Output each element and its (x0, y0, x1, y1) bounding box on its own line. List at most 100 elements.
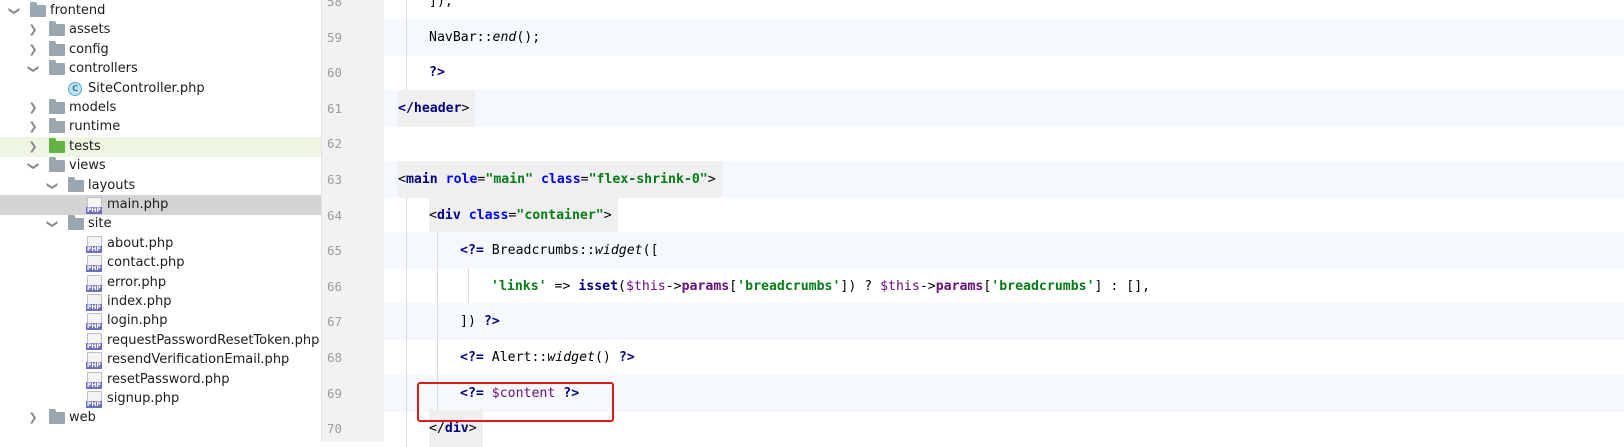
code-line[interactable] (384, 125, 1624, 162)
code-token: -> (665, 278, 682, 294)
code-token: (); (516, 29, 541, 45)
code-token: role (445, 172, 478, 187)
indent-guide (406, 0, 407, 20)
line-number: 66 (0, 268, 343, 305)
indent-guide (406, 18, 407, 56)
code-token: <?= (460, 350, 492, 365)
code-line[interactable]: ]); (384, 0, 1624, 20)
indent-guide (468, 267, 469, 305)
code-token: ?> (429, 65, 445, 81)
indent-guide (406, 374, 407, 412)
code-token: $this (626, 278, 666, 294)
code-line[interactable]: <main role="main" class="flex-shrink-0"> (384, 161, 1624, 198)
code-line[interactable]: ?> (384, 54, 1624, 92)
code-token: class (540, 172, 581, 187)
line-number: 62 (0, 125, 343, 162)
line-background (384, 18, 1624, 56)
code-token: ]); (429, 0, 453, 9)
code-line[interactable]: 'links' => isset($this->params['breadcru… (384, 267, 1624, 305)
code-token: > (461, 100, 470, 116)
code-token: ([ (642, 243, 659, 259)
code-token: = (580, 172, 589, 187)
code-token: < (398, 172, 406, 187)
line-number-text: 65 (327, 243, 343, 259)
code-token: main (405, 172, 446, 187)
code-token: 'breadcrumbs' (991, 278, 1095, 294)
line-number-text: 59 (327, 29, 343, 45)
code-line[interactable]: <?= Breadcrumbs::widget([ (384, 232, 1624, 270)
indent-guide (406, 232, 407, 270)
code-text: 'links' => isset($this->params['breadcru… (491, 268, 1150, 305)
line-number-text: 68 (327, 350, 343, 365)
code-token: ?> (483, 314, 500, 330)
code-text: <?= Alert::widget() ?> (460, 339, 635, 376)
line-number: 60 (0, 54, 343, 91)
code-token: ]) ? (840, 278, 881, 294)
line-number: 70 (0, 410, 343, 447)
code-token: "container" (516, 207, 604, 223)
code-token: isset (578, 278, 619, 294)
code-token: ?> (618, 350, 635, 365)
code-text: <div class="container"> (429, 196, 618, 234)
code-line[interactable]: <div class="container"> (384, 196, 1624, 234)
code-text: NavBar::end(); (429, 19, 540, 56)
code-token: </ (429, 421, 445, 437)
code-token: ] : [], (1094, 278, 1151, 294)
code-text: <?= Breadcrumbs::widget([ (460, 232, 659, 269)
code-token: > (707, 172, 716, 187)
code-token: NavBar:: (429, 29, 493, 45)
code-token: class (468, 207, 509, 223)
code-token: $this (880, 278, 920, 294)
code-text: ?> (429, 54, 445, 91)
code-token: Alert:: (491, 350, 548, 365)
code-token: params (681, 278, 730, 294)
line-background (384, 303, 1624, 341)
code-token: end (492, 29, 517, 45)
line-number-text: 58 (327, 0, 343, 9)
code-token: div (444, 421, 469, 437)
code-line[interactable]: <?= Alert::widget() ?> (384, 339, 1624, 376)
code-token: > (468, 421, 477, 437)
code-token: "main" (485, 172, 541, 187)
code-line[interactable]: </header> (384, 89, 1624, 127)
code-token: 'breadcrumbs' (737, 278, 841, 294)
highlight-box (417, 382, 614, 422)
line-number: 58 (0, 0, 343, 20)
code-token: </header (398, 100, 462, 116)
code-token: 'links' (491, 278, 547, 294)
code-text: ]); (429, 0, 453, 20)
line-number-text: 63 (327, 172, 343, 187)
code-editor[interactable]: ]); NavBar::end(); ?> </header> <main role="… (384, 0, 1624, 447)
line-number: 68 (0, 339, 343, 376)
line-number: 65 (0, 232, 343, 269)
code-line[interactable]: NavBar::end(); (384, 18, 1624, 56)
code-token: <?= (460, 243, 492, 259)
code-token: params (935, 278, 984, 294)
indent-guide (406, 410, 407, 447)
code-token: widget (547, 350, 595, 365)
code-text: </header> (398, 89, 476, 127)
code-token: -> (919, 278, 936, 294)
line-number-text: 70 (327, 421, 343, 437)
line-number: 63 (0, 161, 343, 198)
code-token: < (429, 207, 437, 223)
indent-guide (406, 267, 407, 305)
line-number-text: 67 (327, 314, 343, 330)
indent-guide (406, 303, 407, 341)
indent-guide (437, 232, 438, 270)
line-number: 69 (0, 375, 343, 412)
indent-guide (437, 303, 438, 341)
code-token: [ (729, 278, 738, 294)
line-number-text: 61 (327, 100, 343, 116)
code-token: ( (618, 278, 626, 294)
indent-guide (437, 339, 438, 376)
line-number-text: 66 (327, 278, 343, 294)
line-number: 67 (0, 303, 343, 340)
code-token: widget (594, 243, 643, 259)
line-number: 64 (0, 197, 343, 234)
indent-guide (406, 196, 407, 234)
line-background (384, 89, 1624, 127)
code-token: () (594, 350, 619, 365)
code-line[interactable]: ]) ?> (384, 303, 1624, 341)
line-number-gutter: 58 59 60 61 62 63 64 65 66 67 68 69 70 (322, 0, 384, 442)
